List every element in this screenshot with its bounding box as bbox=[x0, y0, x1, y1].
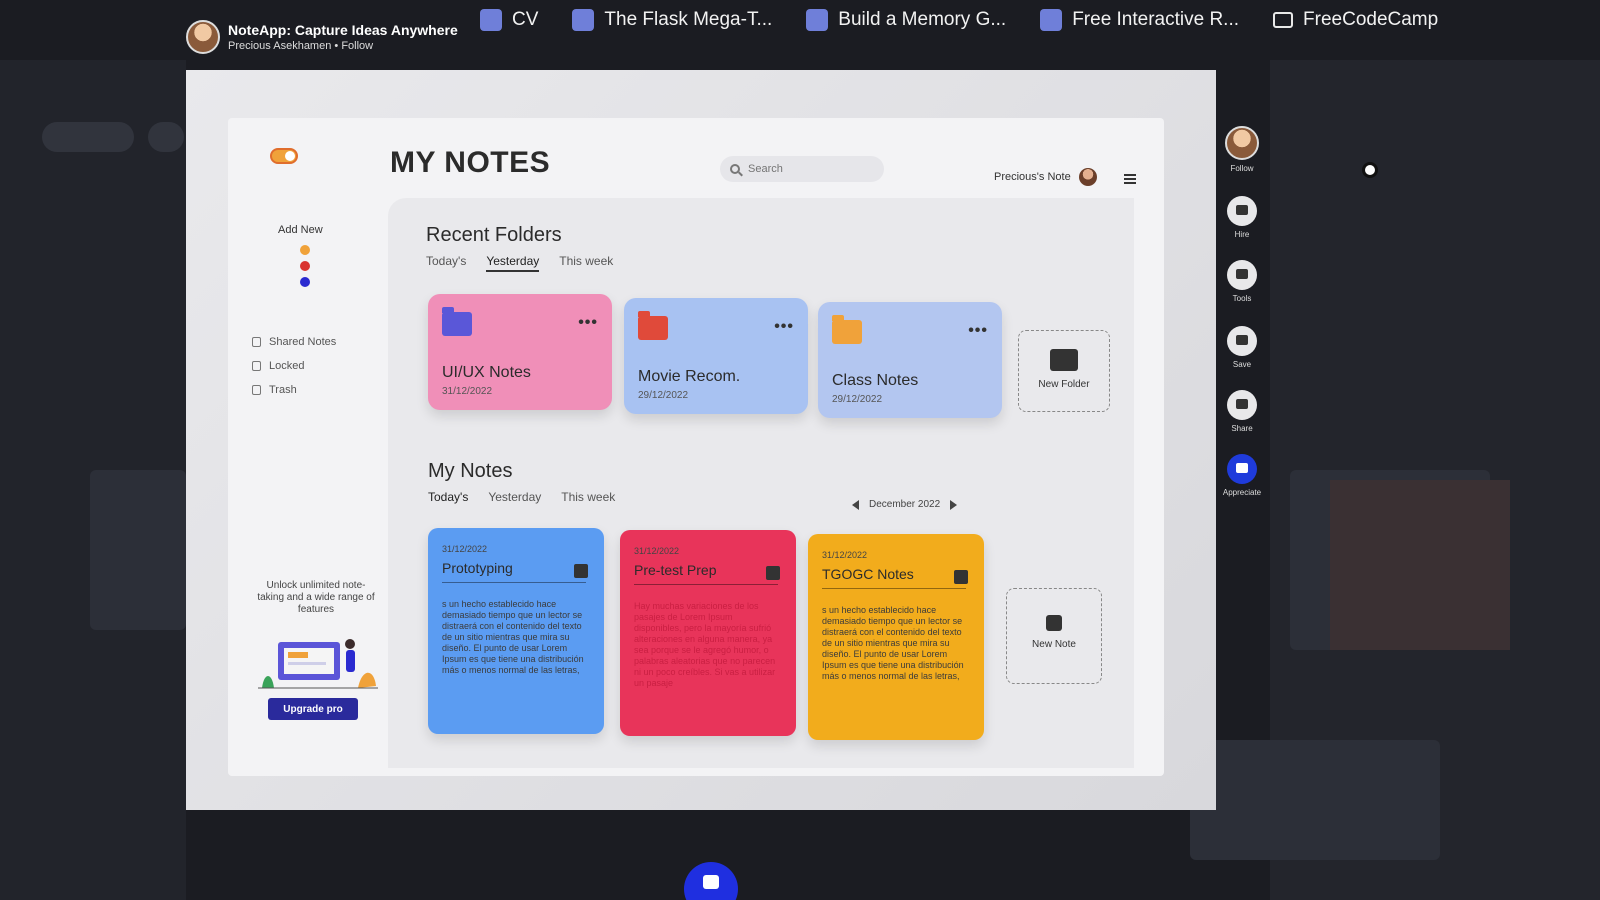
user-profile[interactable]: Precious's Note bbox=[994, 168, 1097, 186]
folder-card-movie[interactable]: ••• Movie Recom. 29/12/2022 bbox=[624, 298, 808, 414]
content-panel: Recent Folders Today's Yesterday This we… bbox=[388, 198, 1134, 768]
color-dot-orange[interactable] bbox=[300, 245, 310, 255]
page-title: MY NOTES bbox=[390, 146, 551, 179]
background-pill bbox=[148, 122, 184, 152]
thumbs-up-icon bbox=[1236, 463, 1248, 473]
bookmark-freecodecamp[interactable]: FreeCodeCamp bbox=[1273, 9, 1438, 31]
project-title: NoteApp: Capture Ideas Anywhere bbox=[228, 22, 458, 38]
new-folder-button[interactable]: New Folder bbox=[1018, 330, 1110, 412]
folder-icon bbox=[1236, 335, 1248, 345]
note-card-pretest-prep[interactable]: 31/12/2022 Pre-test Prep Hay muchas vari… bbox=[620, 530, 796, 736]
folder-icon bbox=[1050, 349, 1078, 371]
note-card-tgogc[interactable]: 31/12/2022 TGOGC Notes s un hecho establ… bbox=[808, 534, 984, 740]
upsell-text: Unlock unlimited note-taking and a wide … bbox=[257, 580, 375, 615]
hamburger-menu-icon[interactable] bbox=[1124, 174, 1136, 184]
color-dot-red[interactable] bbox=[300, 261, 310, 271]
rail-tools[interactable]: Tools bbox=[1212, 260, 1272, 303]
folder-icon bbox=[442, 307, 472, 336]
project-byline: Precious Asekhamen • Follow bbox=[228, 40, 374, 52]
project-image: MY NOTES Precious's Note Add New Shared … bbox=[186, 70, 1216, 810]
user-icon bbox=[252, 337, 261, 347]
background-card bbox=[90, 470, 186, 630]
month-selector: December 2022 bbox=[852, 499, 958, 510]
background-thumbnail bbox=[1330, 480, 1510, 650]
previous-month-icon[interactable] bbox=[852, 499, 859, 510]
sidebar-nav: Shared Notes Locked Trash bbox=[252, 330, 336, 402]
my-notes-tabs: Today's Yesterday This week bbox=[428, 490, 615, 504]
recent-folders-tabs: Today's Yesterday This week bbox=[426, 254, 613, 272]
avatar bbox=[1078, 168, 1097, 186]
sidebar-item-locked[interactable]: Locked bbox=[252, 354, 336, 378]
notes-app-mockup: MY NOTES Precious's Note Add New Shared … bbox=[228, 118, 1164, 776]
background-pill bbox=[42, 122, 134, 152]
color-dot-blue[interactable] bbox=[300, 277, 310, 287]
sidebar-item-trash[interactable]: Trash bbox=[252, 378, 336, 402]
bookmark-icon bbox=[480, 9, 502, 31]
more-options-icon[interactable]: ••• bbox=[774, 318, 794, 336]
more-options-icon[interactable]: ••• bbox=[968, 322, 988, 340]
rail-share[interactable]: Share bbox=[1212, 390, 1272, 433]
upgrade-pro-button[interactable]: Upgrade pro bbox=[268, 698, 358, 720]
mouse-cursor bbox=[1362, 162, 1378, 178]
rail-appreciate[interactable]: Appreciate bbox=[1212, 454, 1272, 497]
theme-toggle[interactable] bbox=[270, 148, 298, 164]
folder-icon bbox=[1273, 12, 1294, 28]
search-bar[interactable] bbox=[720, 156, 884, 182]
share-icon bbox=[1236, 399, 1248, 409]
recent-folders-title: Recent Folders bbox=[426, 224, 562, 246]
folder-icon bbox=[832, 315, 862, 344]
bookmark-cv[interactable]: CV bbox=[480, 9, 538, 31]
bookmarks-bar: CV The Flask Mega-T... Build a Memory G.… bbox=[480, 0, 1600, 40]
upgrade-illustration bbox=[258, 639, 378, 689]
folder-card-uiux[interactable]: ••• UI/UX Notes 31/12/2022 bbox=[428, 294, 612, 410]
tab-this-week[interactable]: This week bbox=[561, 490, 615, 504]
bookmark-flask[interactable]: The Flask Mega-T... bbox=[572, 9, 772, 31]
bookmark-interactive[interactable]: Free Interactive R... bbox=[1040, 9, 1239, 31]
search-icon bbox=[730, 164, 740, 174]
project-header: NoteApp: Capture Ideas Anywhere Precious… bbox=[186, 20, 458, 54]
edit-icon[interactable] bbox=[954, 570, 968, 584]
tab-todays[interactable]: Today's bbox=[428, 490, 468, 504]
edit-icon[interactable] bbox=[766, 566, 780, 580]
tools-icon bbox=[1236, 269, 1248, 279]
bookmark-icon bbox=[1040, 9, 1063, 31]
bookmark-icon bbox=[572, 9, 595, 31]
appreciate-button[interactable] bbox=[684, 862, 738, 900]
search-input[interactable] bbox=[748, 163, 868, 175]
bookmark-memory-game[interactable]: Build a Memory G... bbox=[806, 9, 1006, 31]
follow-link[interactable]: Follow bbox=[341, 40, 373, 52]
tab-this-week[interactable]: This week bbox=[559, 254, 613, 272]
new-note-button[interactable]: New Note bbox=[1006, 588, 1102, 684]
author-avatar[interactable] bbox=[186, 20, 220, 54]
note-card-prototyping[interactable]: 31/12/2022 Prototyping s un hecho establ… bbox=[428, 528, 604, 734]
rail-hire[interactable]: Hire bbox=[1212, 196, 1272, 239]
thumbs-up-icon bbox=[703, 875, 719, 889]
next-month-icon[interactable] bbox=[950, 499, 958, 510]
add-new-label: Add New bbox=[278, 224, 323, 236]
folder-card-class[interactable]: ••• Class Notes 29/12/2022 bbox=[818, 302, 1002, 418]
trash-icon bbox=[252, 385, 261, 395]
folder-icon bbox=[638, 311, 668, 340]
background-card bbox=[1190, 740, 1440, 860]
author-name[interactable]: Precious Asekhamen bbox=[228, 40, 331, 52]
edit-icon bbox=[1046, 615, 1062, 631]
user-name: Precious's Note bbox=[994, 171, 1071, 183]
mail-icon bbox=[1236, 205, 1248, 215]
tab-yesterday[interactable]: Yesterday bbox=[488, 490, 541, 504]
tab-yesterday[interactable]: Yesterday bbox=[486, 254, 540, 272]
edit-icon[interactable] bbox=[574, 564, 588, 578]
avatar bbox=[1225, 126, 1259, 160]
rail-follow[interactable]: Follow bbox=[1212, 126, 1272, 173]
month-label: December 2022 bbox=[869, 499, 941, 510]
rail-save[interactable]: Save bbox=[1212, 326, 1272, 369]
lock-icon bbox=[252, 361, 261, 371]
my-notes-title: My Notes bbox=[428, 460, 513, 482]
bookmark-icon bbox=[806, 9, 829, 31]
more-options-icon[interactable]: ••• bbox=[578, 314, 598, 332]
tab-todays[interactable]: Today's bbox=[426, 254, 466, 272]
sidebar-item-shared-notes[interactable]: Shared Notes bbox=[252, 330, 336, 354]
